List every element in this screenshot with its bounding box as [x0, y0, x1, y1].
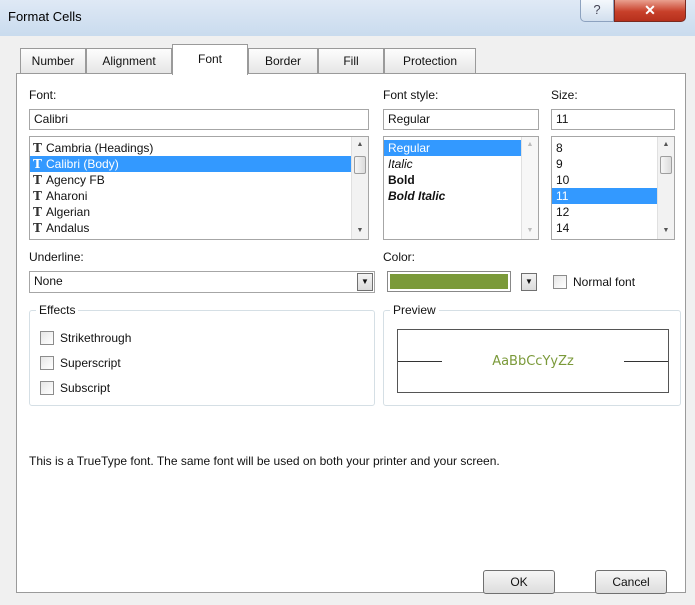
tab-font[interactable]: Font	[172, 44, 248, 75]
effects-title: Effects	[36, 303, 79, 317]
font-list[interactable]: T Cambria (Headings) T Calibri (Body) T Agenc…	[29, 136, 369, 240]
window-title: Format Cells	[8, 9, 82, 24]
font-style-list-item[interactable]: Italic	[384, 156, 538, 172]
size-list-item[interactable]: 11	[552, 188, 674, 204]
chevron-down-icon: ▼	[525, 277, 533, 286]
help-button[interactable]: ?	[580, 0, 614, 22]
font-style-list-item[interactable]: Bold	[384, 172, 538, 188]
color-swatch	[390, 274, 508, 289]
effects-group: Effects Strikethrough Superscript Subscr…	[29, 303, 375, 406]
font-list-item[interactable]: T Aharoni	[30, 188, 368, 204]
font-list-item[interactable]: T Agency FB	[30, 172, 368, 188]
normal-font-checkbox[interactable]	[553, 275, 567, 289]
preview-sample-text: AaBbCcYyZz	[492, 354, 574, 369]
truetype-info-text: This is a TrueType font. The same font w…	[29, 454, 500, 468]
color-dropdown-button[interactable]: ▼	[521, 273, 537, 291]
font-style-list-item[interactable]: Regular	[384, 140, 538, 156]
size-input[interactable]: 11	[551, 109, 675, 130]
truetype-icon: T	[33, 189, 42, 203]
ok-button[interactable]: OK	[483, 570, 555, 594]
subscript-checkbox[interactable]	[40, 381, 54, 395]
truetype-icon: T	[33, 205, 42, 219]
color-label: Color:	[383, 250, 416, 264]
scroll-down-icon[interactable]: ▼	[658, 223, 674, 239]
size-list-item[interactable]: 10	[552, 172, 674, 188]
tab-protection[interactable]: Protection	[384, 48, 476, 73]
font-list-item-label: Andalus	[46, 221, 90, 235]
subscript-label: Subscript	[60, 381, 111, 395]
scroll-up-icon[interactable]: ▲	[352, 137, 368, 153]
font-name-input[interactable]: Calibri	[29, 109, 369, 130]
cancel-button[interactable]: Cancel	[595, 570, 667, 594]
scroll-down-icon[interactable]: ▼	[522, 223, 538, 239]
size-list-item[interactable]: 12	[552, 204, 674, 220]
underline-label: Underline:	[29, 250, 84, 264]
font-label: Font:	[29, 88, 57, 102]
font-list-item-label: Algerian	[46, 205, 91, 219]
underline-value: None	[34, 274, 63, 288]
color-picker[interactable]	[387, 271, 511, 292]
scroll-up-icon[interactable]: ▲	[522, 137, 538, 153]
help-icon: ?	[593, 2, 601, 17]
size-list-item[interactable]: 8	[552, 140, 674, 156]
strikethrough-label: Strikethrough	[60, 331, 132, 345]
font-list-item[interactable]: T Calibri (Body)	[30, 156, 368, 172]
close-icon: ✕	[644, 2, 656, 18]
font-list-item[interactable]: T Andalus	[30, 220, 368, 236]
font-style-list-item[interactable]: Bold Italic	[384, 188, 538, 204]
font-list-item-label: Cambria (Headings)	[46, 141, 154, 155]
font-style-input[interactable]: Regular	[383, 109, 539, 130]
superscript-label: Superscript	[60, 356, 121, 370]
underline-dropdown-button[interactable]: ▼	[357, 273, 373, 291]
tab-fill[interactable]: Fill	[318, 48, 384, 73]
truetype-icon: T	[33, 221, 42, 235]
truetype-icon: T	[33, 173, 42, 187]
size-list-scrollbar[interactable]: ▲ ▼	[657, 137, 674, 239]
tab-number[interactable]: Number	[20, 48, 86, 73]
size-list-item[interactable]: 14	[552, 220, 674, 236]
scroll-up-icon[interactable]: ▲	[658, 137, 674, 153]
font-list-item-label: Agency FB	[46, 173, 105, 187]
normal-font-label: Normal font	[573, 275, 636, 289]
truetype-icon: T	[33, 141, 42, 155]
font-style-list[interactable]: Regular Italic Bold Bold Italic ▲ ▼	[383, 136, 539, 240]
format-cells-dialog: Format Cells ? ✕ Number Alignment Font B…	[0, 0, 695, 605]
font-list-item[interactable]: T Algerian	[30, 204, 368, 220]
preview-box: AaBbCcYyZz	[397, 329, 669, 393]
chevron-down-icon: ▼	[361, 277, 369, 286]
scroll-thumb[interactable]	[354, 156, 366, 174]
close-button[interactable]: ✕	[614, 0, 686, 22]
font-style-scrollbar[interactable]: ▲ ▼	[521, 137, 538, 239]
scroll-thumb[interactable]	[660, 156, 672, 174]
preview-title: Preview	[390, 303, 439, 317]
font-list-item-label: Aharoni	[46, 189, 88, 203]
title-bar: Format Cells ? ✕	[0, 0, 695, 36]
font-list-item-label: Calibri (Body)	[46, 157, 119, 171]
font-style-label: Font style:	[383, 88, 439, 102]
truetype-icon: T	[33, 157, 42, 171]
size-label: Size:	[551, 88, 578, 102]
tab-border[interactable]: Border	[248, 48, 318, 73]
superscript-checkbox[interactable]	[40, 356, 54, 370]
scroll-down-icon[interactable]: ▼	[352, 223, 368, 239]
font-list-item[interactable]: T Cambria (Headings)	[30, 140, 368, 156]
strikethrough-checkbox[interactable]	[40, 331, 54, 345]
font-tab-panel: Font: Calibri T Cambria (Headings) T Calibr…	[16, 73, 686, 594]
size-list-item[interactable]: 9	[552, 156, 674, 172]
size-list[interactable]: 8 9 10 11 12 14 ▲ ▼	[551, 136, 675, 240]
font-list-scrollbar[interactable]: ▲ ▼	[351, 137, 368, 239]
underline-select[interactable]: None	[29, 271, 375, 293]
tab-alignment[interactable]: Alignment	[86, 48, 172, 73]
